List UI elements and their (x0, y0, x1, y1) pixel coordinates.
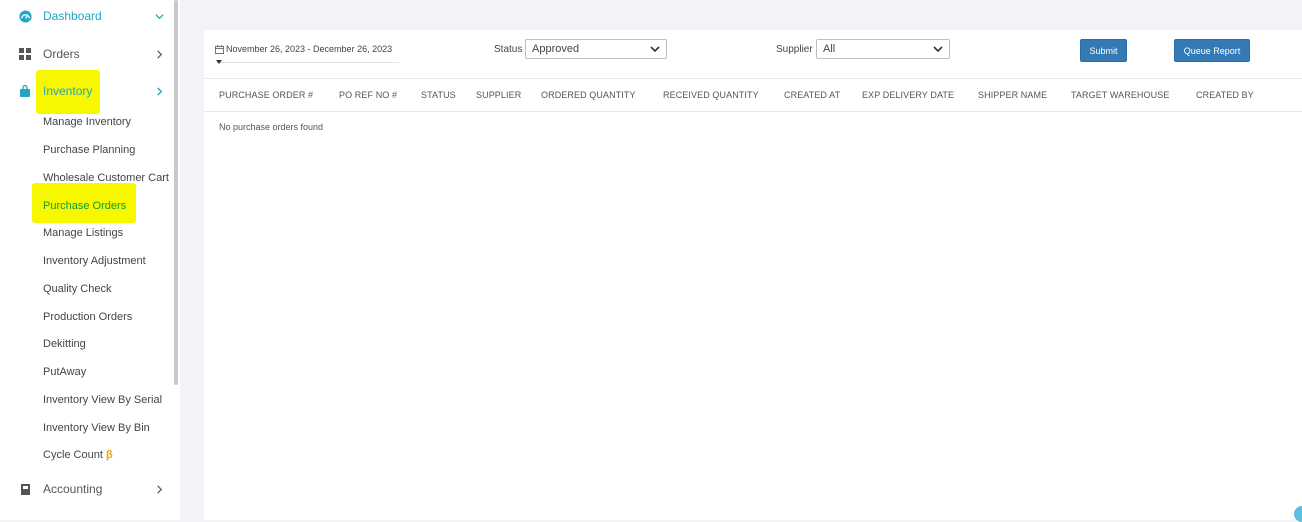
sidebar-subitem-inventory-view-by-serial[interactable]: Inventory View By Serial (43, 394, 162, 406)
chevron-right-icon (153, 84, 165, 98)
queue-report-button[interactable]: Queue Report (1174, 39, 1250, 62)
sidebar-scrollbar[interactable] (174, 0, 178, 385)
chevron-down-icon (650, 46, 660, 53)
sidebar-item-label: Dashboard (43, 9, 102, 23)
chevron-down-icon (153, 9, 165, 23)
dashboard-gauge-icon (18, 9, 32, 23)
sidebar-subitem-wholesale-customer-cart[interactable]: Wholesale Customer Cart (43, 172, 169, 184)
sidebar-item-label: Orders (43, 47, 80, 61)
beta-badge: β (105, 449, 113, 461)
grid-icon (18, 47, 32, 61)
date-range-picker[interactable]: November 26, 2023 - December 26, 2023 (215, 42, 399, 64)
column-header-created-by[interactable]: CREATED BY (1196, 90, 1254, 100)
sidebar-item-accounting[interactable]: Accounting (0, 477, 174, 496)
status-label: Status (494, 44, 523, 55)
submit-button[interactable]: Submit (1080, 39, 1127, 62)
sidebar-subitem-quality-check[interactable]: Quality Check (43, 283, 111, 295)
sidebar-subitem-purchase-orders[interactable]: Purchase Orders (43, 200, 126, 212)
status-select-value: Approved (532, 43, 580, 55)
sidebar-subitem-purchase-planning[interactable]: Purchase Planning (43, 144, 135, 156)
sidebar-subitem-production-orders[interactable]: Production Orders (43, 311, 132, 323)
column-header-received-quantity[interactable]: RECEIVED QUANTITY (663, 90, 759, 100)
column-header-status[interactable]: STATUS (421, 90, 456, 100)
column-header-created-at[interactable]: CREATED AT (784, 90, 840, 100)
chevron-down-icon (933, 46, 943, 53)
column-header-target-warehouse[interactable]: TARGET WAREHOUSE (1071, 90, 1169, 100)
chevron-right-icon (153, 47, 165, 61)
supplier-label: Supplier (776, 44, 813, 55)
sidebar-subitem-cycle-count[interactable]: Cycle Count β (43, 449, 113, 461)
sidebar-subitem-inventory-view-by-bin[interactable]: Inventory View By Bin (43, 422, 150, 434)
ledger-icon (18, 482, 32, 496)
column-header-shipper-name[interactable]: SHIPPER NAME (978, 90, 1047, 100)
column-header-exp-delivery-date[interactable]: EXP DELIVERY DATE (862, 90, 954, 100)
column-header-po-ref-no[interactable]: PO REF NO # (339, 90, 397, 100)
shopping-bag-icon (18, 84, 32, 98)
sidebar: Dashboard Orders Inventory Manage Invent… (0, 0, 180, 520)
column-header-supplier[interactable]: SUPPLIER (476, 90, 521, 100)
sidebar-subitem-putaway[interactable]: PutAway (43, 366, 86, 378)
sidebar-item-label: Inventory (43, 84, 93, 98)
caret-down-icon (216, 60, 222, 64)
sidebar-subitem-manage-inventory[interactable]: Manage Inventory (43, 116, 131, 128)
table-header: PURCHASE ORDER # PO REF NO # STATUS SUPP… (204, 78, 1302, 112)
sidebar-item-inventory[interactable]: Inventory (0, 79, 174, 103)
sidebar-subitem-label: Cycle Count (43, 449, 103, 461)
chevron-right-icon (153, 482, 165, 496)
top-strip (180, 0, 1302, 30)
supplier-select-value: All (823, 43, 836, 55)
supplier-select[interactable]: All (816, 39, 950, 59)
calendar-icon (215, 45, 224, 54)
sidebar-subitem-inventory-adjustment[interactable]: Inventory Adjustment (43, 255, 146, 267)
sidebar-item-label: Accounting (43, 482, 103, 496)
column-header-purchase-order[interactable]: PURCHASE ORDER # (219, 90, 313, 100)
sidebar-item-orders[interactable]: Orders (0, 42, 174, 66)
sidebar-subitem-manage-listings[interactable]: Manage Listings (43, 227, 123, 239)
column-header-ordered-quantity[interactable]: ORDERED QUANTITY (541, 90, 636, 100)
sidebar-subitem-dekitting[interactable]: Dekitting (43, 338, 86, 350)
status-select[interactable]: Approved (525, 39, 667, 59)
sidebar-item-dashboard[interactable]: Dashboard (0, 4, 174, 28)
date-range-text: November 26, 2023 - December 26, 2023 (226, 44, 393, 54)
empty-table-message: No purchase orders found (219, 122, 324, 132)
